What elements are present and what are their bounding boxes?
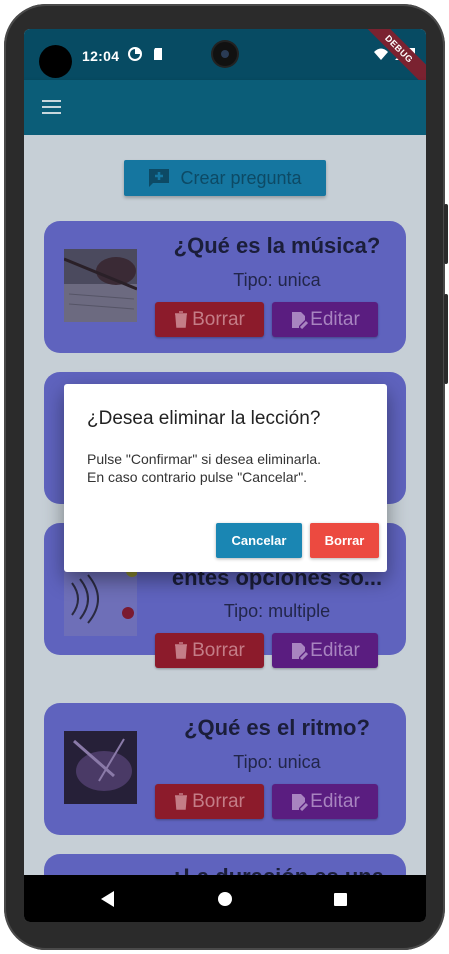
question-type: Tipo: multiple	[223, 601, 331, 621]
delete-label: Borrar	[192, 790, 245, 812]
edit-label: Editar	[310, 639, 360, 661]
question-card: ¿Qué es la música? Tipo: unica Borrar Ed…	[44, 221, 406, 353]
delete-button[interactable]: Borrar	[155, 302, 264, 337]
dialog-title: ¿Desea eliminar la lección?	[87, 408, 321, 429]
delete-label: Borrar	[192, 308, 245, 330]
edit-label: Editar	[310, 308, 360, 330]
edit-button[interactable]: Editar	[272, 302, 378, 337]
edit-button[interactable]: Editar	[272, 784, 378, 819]
create-question-label: Crear pregunta	[180, 167, 302, 188]
dialog-body-line: Pulse "Confirmar" si desea eliminarla.	[87, 451, 322, 467]
edit-label: Editar	[310, 790, 360, 812]
question-card: ¿Qué es el ritmo? Tipo: unica Borrar Edi…	[44, 703, 406, 835]
question-title: ¿Qué es el ritmo?	[184, 715, 370, 740]
dialog-body: Pulse "Confirmar" si desea eliminarla. E…	[87, 450, 372, 486]
sd-card-icon	[154, 48, 162, 60]
question-type: Tipo: unica	[233, 752, 321, 772]
sound-waves-thumbnail	[64, 563, 137, 636]
edit-button[interactable]: Editar	[272, 633, 378, 668]
confirm-delete-button[interactable]: Borrar	[310, 523, 379, 558]
cancel-button[interactable]: Cancelar	[216, 523, 302, 558]
question-title: ¿Qué es la música?	[173, 233, 381, 258]
trash-icon	[175, 642, 188, 659]
delete-confirm-dialog: ¿Desea eliminar la lección? Pulse "Confi…	[64, 384, 387, 572]
drummer-thumbnail	[64, 731, 137, 804]
hamburger-menu-icon[interactable]	[42, 100, 61, 114]
front-camera	[213, 42, 237, 66]
volume-button	[444, 204, 448, 264]
system-nav-bar	[24, 875, 426, 922]
edit-document-icon	[292, 642, 309, 660]
recents-icon[interactable]	[334, 893, 347, 906]
power-button	[444, 294, 448, 384]
question-type: Tipo: unica	[233, 270, 321, 290]
status-time: 12:04	[82, 48, 120, 64]
edit-document-icon	[292, 311, 309, 329]
screen: 12:04 DEBUG Crear pregunta ¿Qué es la mú…	[24, 29, 426, 922]
delete-button[interactable]: Borrar	[155, 784, 264, 819]
back-icon[interactable]	[101, 891, 114, 907]
wifi-icon	[374, 48, 388, 60]
delete-label: Borrar	[192, 639, 245, 661]
status-bar: 12:04 DEBUG	[24, 29, 426, 94]
edit-document-icon	[292, 793, 309, 811]
camera-cutout	[39, 45, 72, 78]
data-saver-icon	[128, 47, 142, 61]
dialog-body-line: En caso contrario pulse "Cancelar".	[87, 469, 308, 485]
trash-icon	[175, 793, 188, 810]
home-icon[interactable]	[218, 892, 232, 906]
create-question-button[interactable]: Crear pregunta	[124, 160, 326, 196]
app-bar	[24, 80, 426, 135]
violin-thumbnail	[64, 249, 137, 322]
trash-icon	[175, 311, 188, 328]
add-comment-icon	[149, 169, 170, 187]
delete-button[interactable]: Borrar	[155, 633, 264, 668]
